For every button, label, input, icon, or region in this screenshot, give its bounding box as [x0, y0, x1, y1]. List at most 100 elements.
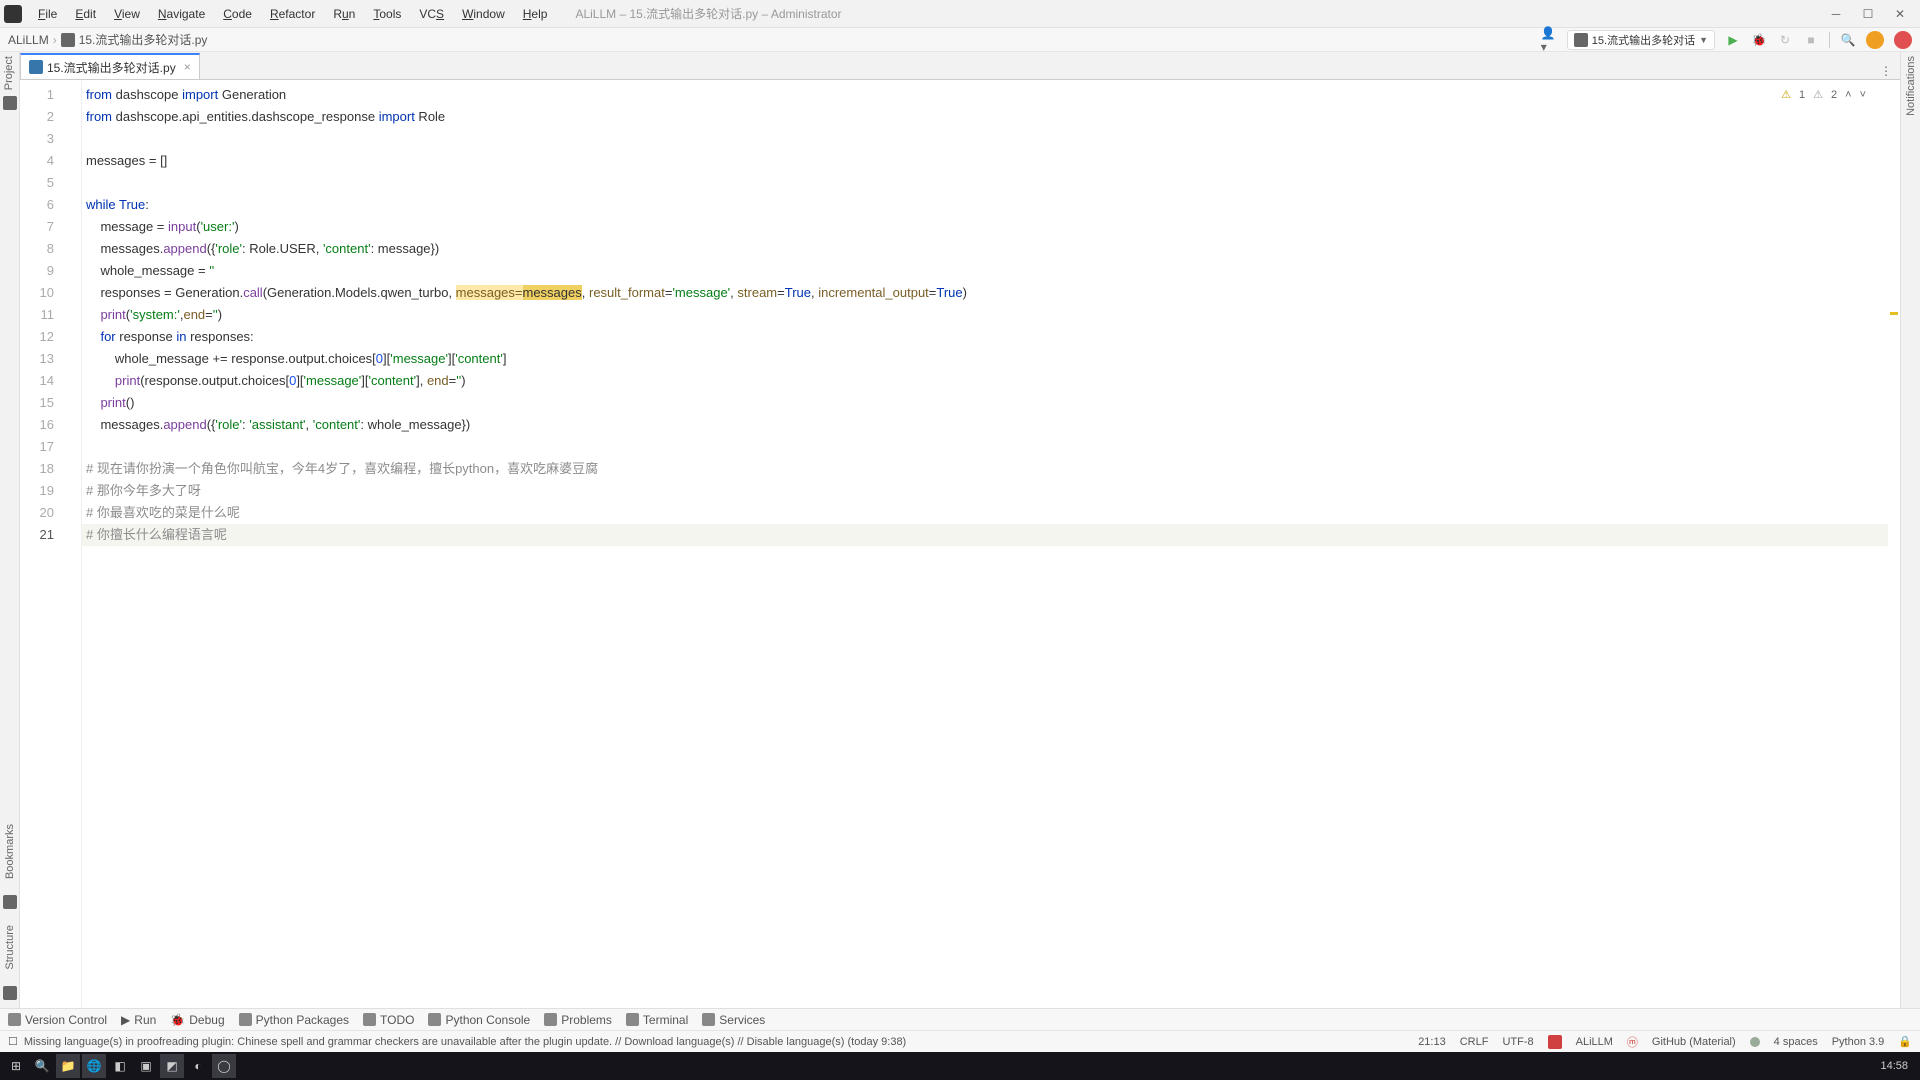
console-icon	[428, 1013, 441, 1026]
notifications-tool-button[interactable]: Notifications	[1905, 56, 1917, 116]
project-icon[interactable]	[3, 96, 17, 110]
tab-options-icon[interactable]: ⋮	[1878, 63, 1894, 79]
maximize-button[interactable]: ☐	[1860, 6, 1876, 22]
left-tool-strip: Project Bookmarks Structure	[0, 52, 20, 1008]
cursor-position[interactable]: 21:13	[1418, 1036, 1446, 1048]
run-icon: ▶	[121, 1013, 130, 1027]
terminal-tool[interactable]: Terminal	[626, 1013, 688, 1027]
status-message-icon: ☐	[8, 1035, 18, 1048]
right-tool-strip: Notifications	[1900, 52, 1920, 1008]
ide-taskbar-icon[interactable]: ◩	[160, 1054, 184, 1078]
github-icon: ⓜ	[1627, 1034, 1638, 1050]
menu-code[interactable]: Code	[215, 5, 260, 23]
tab-close-icon[interactable]: ×	[184, 60, 191, 74]
run-button[interactable]: ▶	[1725, 32, 1741, 48]
menu-vcs[interactable]: VCS	[411, 5, 452, 23]
stop-button[interactable]: ■	[1803, 32, 1819, 48]
structure-tool-button[interactable]: Structure	[4, 925, 16, 970]
run-config-selector[interactable]: 15.流式输出多轮对话 ▼	[1567, 30, 1715, 50]
debug-tool[interactable]: 🐞Debug	[170, 1013, 224, 1027]
python-packages-tool[interactable]: Python Packages	[239, 1013, 349, 1027]
warning-marker[interactable]	[1890, 312, 1898, 315]
taskbar-clock[interactable]: 14:58	[1880, 1060, 1908, 1072]
app-taskbar-icon[interactable]: ◧	[108, 1054, 132, 1078]
todo-tool[interactable]: TODO	[363, 1013, 414, 1027]
app3-taskbar-icon[interactable]: ◐	[186, 1054, 210, 1078]
run-config-label: 15.流式输出多轮对话	[1592, 32, 1695, 48]
editor[interactable]: ⚠ 1 ⚠ 2 ˄ ˅ 123 456 789 101112 131415 16…	[20, 80, 1900, 1008]
error-stripe[interactable]	[1888, 80, 1900, 1008]
gutter-line-numbers: 123 456 789 101112 131415 161718 192021	[20, 80, 68, 1008]
python-file-icon	[29, 60, 43, 74]
tab-label: 15.流式输出多轮对话.py	[47, 59, 176, 76]
editor-container: 15.流式输出多轮对话.py × ⋮ ⚠ 1 ⚠ 2 ˄ ˅ 123 456 7…	[20, 52, 1900, 1008]
debug-icon: 🐞	[170, 1013, 185, 1027]
status-project[interactable]: ALiLLM	[1576, 1036, 1613, 1048]
menu-navigate[interactable]: Navigate	[150, 5, 213, 23]
status-dot-icon[interactable]	[1750, 1037, 1760, 1047]
line-separator[interactable]: CRLF	[1460, 1036, 1489, 1048]
file-encoding[interactable]: UTF-8	[1502, 1036, 1533, 1048]
status-theme[interactable]: GitHub (Material)	[1652, 1036, 1736, 1048]
terminal-icon	[626, 1013, 639, 1026]
explorer-taskbar-icon[interactable]: 📁	[56, 1054, 80, 1078]
python-file-icon	[61, 33, 75, 47]
add-config-icon[interactable]: 👤▾	[1541, 32, 1557, 48]
browser-taskbar-icon[interactable]: 🌐	[82, 1054, 106, 1078]
editor-tab[interactable]: 15.流式输出多轮对话.py ×	[20, 53, 200, 79]
account-avatar[interactable]	[1894, 31, 1912, 49]
python-interpreter[interactable]: Python 3.9	[1832, 1036, 1885, 1048]
ide-settings-icon[interactable]	[1866, 31, 1884, 49]
menu-help[interactable]: Help	[515, 5, 556, 23]
bookmarks-icon[interactable]	[3, 895, 17, 909]
menu-refactor[interactable]: Refactor	[262, 5, 323, 23]
app2-taskbar-icon[interactable]: ▣	[134, 1054, 158, 1078]
breadcrumb-project[interactable]: ALiLLM	[8, 33, 49, 47]
fold-gutter[interactable]	[68, 80, 82, 1008]
main-area: Project Bookmarks Structure 15.流式输出多轮对话.…	[0, 52, 1920, 1008]
python-icon	[1574, 33, 1588, 47]
breadcrumb-bar: ALiLLM › 15.流式输出多轮对话.py 👤▾ 15.流式输出多轮对话 ▼…	[0, 28, 1920, 52]
search-icon[interactable]: 🔍	[1840, 32, 1856, 48]
search-taskbar-icon[interactable]: 🔍	[30, 1054, 54, 1078]
start-button[interactable]: ⊞	[4, 1054, 28, 1078]
menu-view[interactable]: View	[106, 5, 148, 23]
services-icon	[702, 1013, 715, 1026]
app-icon	[4, 5, 22, 23]
menubar: FFileile Edit View Navigate Code Refacto…	[30, 5, 555, 23]
window-controls: ─ ☐ ✕	[1828, 6, 1908, 22]
project-tool-button[interactable]: Project	[3, 56, 15, 90]
titlebar-info: ALiLLM – 15.流式输出多轮对话.py – Administrator	[575, 5, 1828, 22]
status-message[interactable]: Missing language(s) in proofreading plug…	[24, 1036, 906, 1048]
menu-edit[interactable]: Edit	[67, 5, 104, 23]
menu-run[interactable]: Run	[325, 5, 363, 23]
toolbar-right: 👤▾ 15.流式输出多轮对话 ▼ ▶ 🐞 ↻ ■ 🔍	[1541, 30, 1912, 50]
minimize-button[interactable]: ─	[1828, 6, 1844, 22]
problems-icon	[544, 1013, 557, 1026]
rerun-button[interactable]: ↻	[1777, 32, 1793, 48]
python-console-tool[interactable]: Python Console	[428, 1013, 530, 1027]
windows-taskbar: ⊞ 🔍 📁 🌐 ◧ ▣ ◩ ◐ ◯ 14:58	[0, 1052, 1920, 1080]
app4-taskbar-icon[interactable]: ◯	[212, 1054, 236, 1078]
version-control-tool[interactable]: Version Control	[8, 1013, 107, 1027]
code-area[interactable]: from dashscope import Generation from da…	[82, 80, 1888, 1008]
structure-icon[interactable]	[3, 986, 17, 1000]
titlebar: FFileile Edit View Navigate Code Refacto…	[0, 0, 1920, 28]
status-bar: ☐ Missing language(s) in proofreading pl…	[0, 1030, 1920, 1052]
indent-info[interactable]: 4 spaces	[1774, 1036, 1818, 1048]
debug-button[interactable]: 🐞	[1751, 32, 1767, 48]
run-tool[interactable]: ▶Run	[121, 1013, 156, 1027]
status-indicator-icon[interactable]	[1548, 1035, 1562, 1049]
chevron-down-icon: ▼	[1699, 35, 1708, 45]
breadcrumb-file[interactable]: 15.流式输出多轮对话.py	[79, 31, 208, 48]
menu-tools[interactable]: Tools	[365, 5, 409, 23]
todo-icon	[363, 1013, 376, 1026]
close-button[interactable]: ✕	[1892, 6, 1908, 22]
problems-tool[interactable]: Problems	[544, 1013, 612, 1027]
lock-icon[interactable]: 🔒	[1898, 1035, 1912, 1048]
bookmarks-tool-button[interactable]: Bookmarks	[4, 824, 16, 879]
services-tool[interactable]: Services	[702, 1013, 765, 1027]
menu-file[interactable]: FFileile	[30, 5, 65, 23]
breadcrumb: ALiLLM › 15.流式输出多轮对话.py	[8, 31, 207, 48]
menu-window[interactable]: Window	[454, 5, 513, 23]
